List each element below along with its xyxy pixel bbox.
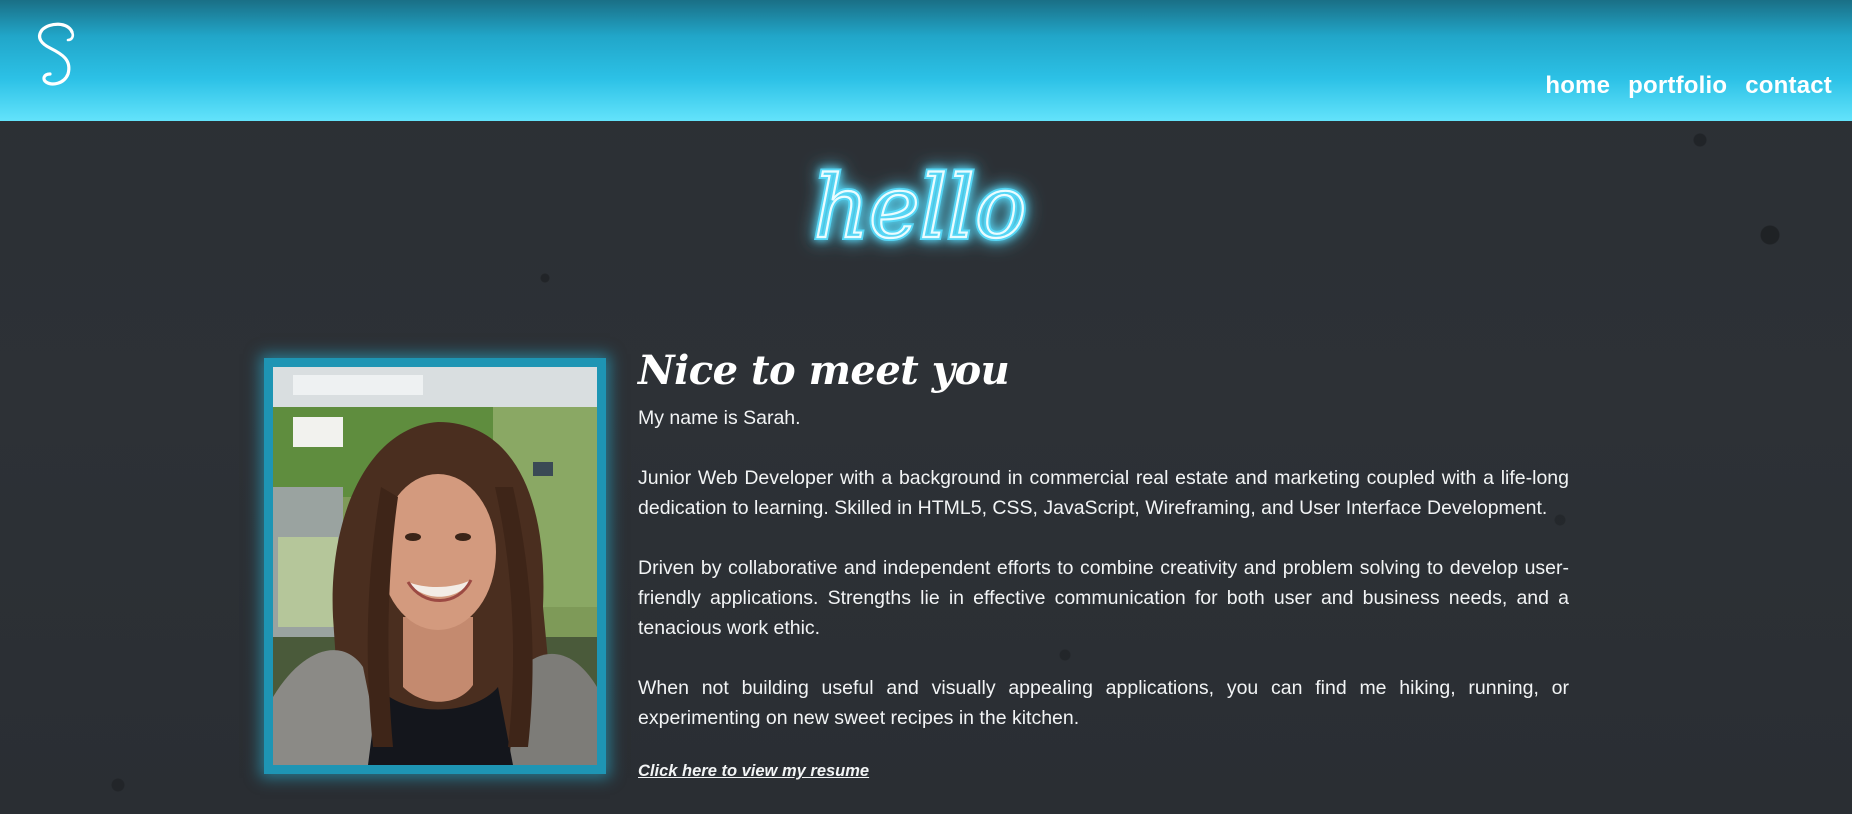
- hello-neon-heading: hello hello: [780, 155, 1060, 265]
- about-paragraph: Driven by collaborative and independent …: [638, 557, 1569, 639]
- about-title: Nice to meet you: [638, 347, 1010, 394]
- logo-icon[interactable]: [28, 14, 92, 94]
- resume-link[interactable]: Click here to view my resume: [638, 762, 869, 781]
- nav-home-link[interactable]: home: [1545, 72, 1610, 100]
- hello-core-text: hello: [813, 158, 1026, 258]
- profile-photo: [273, 367, 597, 765]
- profile-photo-frame: [264, 358, 606, 774]
- about-paragraph: Junior Web Developer with a background i…: [638, 467, 1569, 519]
- about-intro: My name is Sarah.: [638, 407, 801, 429]
- nav-portfolio-link[interactable]: portfolio: [1628, 72, 1727, 100]
- main-nav: home portfolio contact: [1545, 72, 1832, 100]
- about-paragraph: When not building useful and visually ap…: [638, 677, 1569, 729]
- script-s-logo-icon: [37, 22, 75, 86]
- page: home portfolio contact hello hello Nice …: [0, 0, 1852, 814]
- about-section: Nice to meet you My name is Sarah. Junio…: [638, 345, 1569, 781]
- site-header: home portfolio contact: [0, 0, 1852, 121]
- nav-contact-link[interactable]: contact: [1745, 72, 1832, 100]
